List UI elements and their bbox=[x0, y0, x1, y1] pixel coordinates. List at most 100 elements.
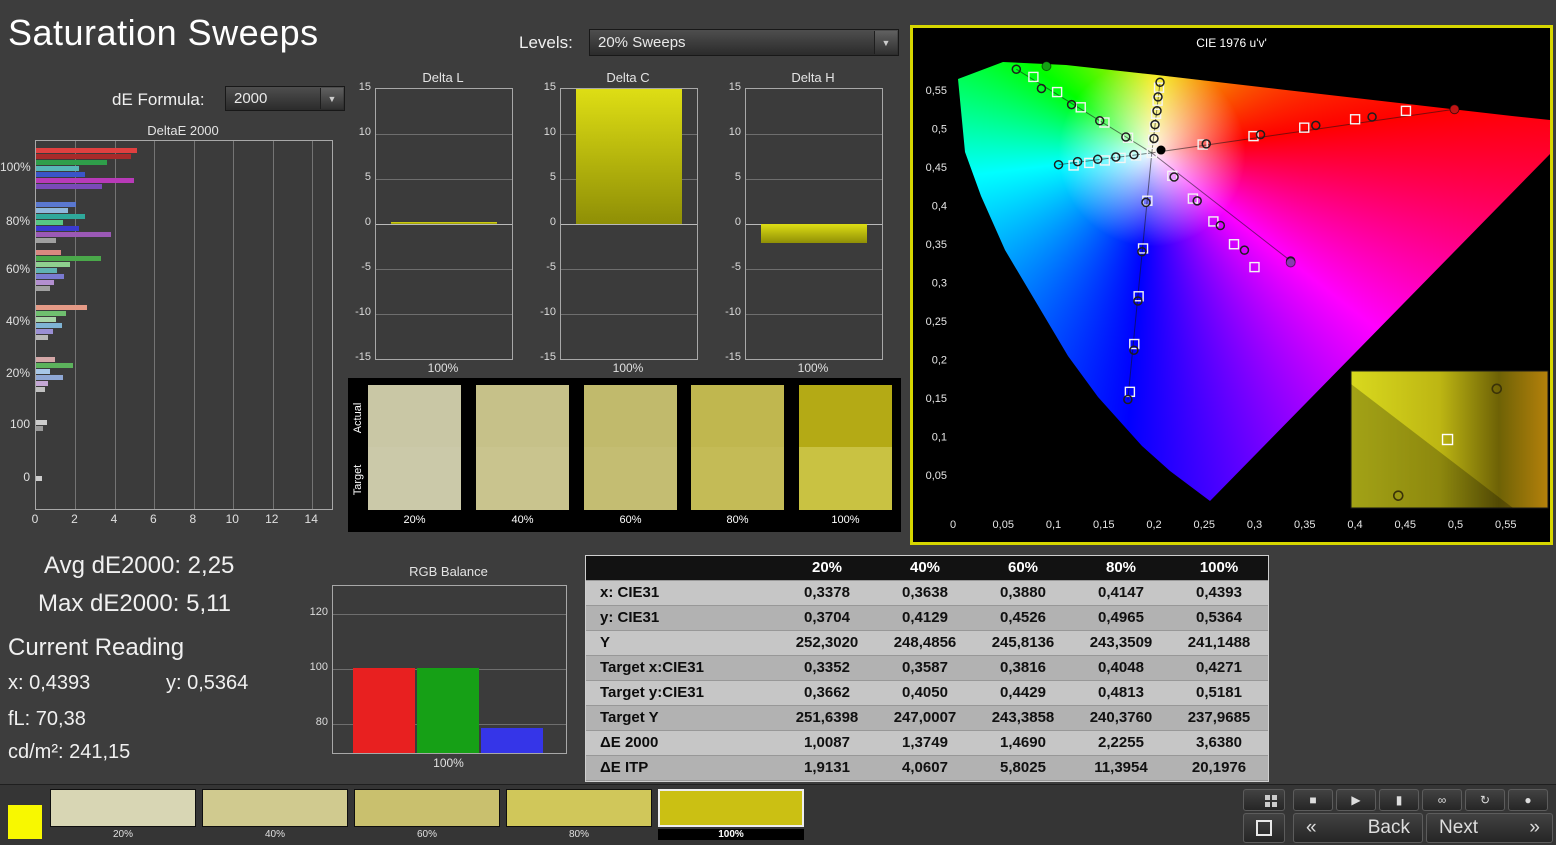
table-cell: 0,4526 bbox=[974, 606, 1072, 630]
actual-swatch bbox=[476, 385, 569, 447]
chevron-down-icon[interactable]: ▼ bbox=[874, 31, 897, 54]
green-bar bbox=[417, 668, 479, 753]
saturation-swatch-strip: ActualTarget20%40%60%80%100% bbox=[348, 378, 901, 532]
swatch-label: 80% bbox=[691, 514, 784, 526]
target-swatch bbox=[584, 447, 677, 510]
x-tick-label: 0,3 bbox=[1247, 519, 1262, 531]
current-x-reading: x: 0,4393 bbox=[8, 672, 90, 695]
y-tick-label: 15 bbox=[717, 81, 741, 93]
back-button[interactable]: « Back bbox=[1293, 813, 1423, 843]
chart-plot bbox=[375, 88, 513, 360]
next-label: Next bbox=[1439, 817, 1478, 839]
x-tick-label: 100% bbox=[745, 361, 881, 375]
y-tick-label: 5 bbox=[347, 171, 371, 183]
table-cell: 5,8025 bbox=[974, 756, 1072, 780]
table-cell: 3,6380 bbox=[1170, 731, 1268, 755]
deltae-bar bbox=[36, 148, 137, 153]
x-tick-label: 0,45 bbox=[1395, 519, 1416, 531]
gridline bbox=[376, 179, 512, 180]
cyan-target-marker bbox=[1085, 158, 1094, 167]
x-tick-label: 100% bbox=[375, 361, 511, 375]
deltae-bar bbox=[36, 262, 70, 267]
table-cell: 243,3509 bbox=[1072, 631, 1170, 655]
table-header-cell: 100% bbox=[1170, 556, 1268, 580]
y-tick-label: 60% bbox=[0, 262, 30, 276]
actual-swatch bbox=[799, 385, 892, 447]
gridline bbox=[312, 141, 313, 509]
table-cell: 0,5181 bbox=[1170, 681, 1268, 705]
deltae-bar bbox=[36, 250, 61, 255]
deltae-bar bbox=[36, 280, 54, 285]
deltae-bar bbox=[36, 286, 50, 291]
y-tick-label: -10 bbox=[532, 306, 556, 318]
record-button[interactable]: ● bbox=[1508, 789, 1548, 811]
row-label-cell: Y bbox=[586, 631, 778, 655]
table-cell: 0,3352 bbox=[778, 656, 876, 680]
green-measured-marker bbox=[1037, 84, 1045, 92]
table-row: Y252,3020248,4856245,8136243,3509241,148… bbox=[586, 631, 1268, 656]
y-tick-label: 80% bbox=[0, 214, 30, 228]
patch-button-100%[interactable]: 100% bbox=[658, 789, 804, 843]
y-tick-label: 15 bbox=[347, 81, 371, 93]
x-tick-label: 12 bbox=[262, 512, 282, 526]
patch-button-80%[interactable]: 80% bbox=[506, 789, 652, 843]
table-cell: 245,8136 bbox=[974, 631, 1072, 655]
patch-button-40%[interactable]: 40% bbox=[202, 789, 348, 843]
layout-grid-button[interactable] bbox=[1243, 789, 1285, 811]
y-tick-label: -10 bbox=[717, 306, 741, 318]
gridline bbox=[194, 141, 195, 509]
table-cell: 0,4429 bbox=[974, 681, 1072, 705]
swatch-cell bbox=[368, 385, 461, 510]
pause-button[interactable]: ▮ bbox=[1379, 789, 1419, 811]
next-button[interactable]: Next » bbox=[1426, 813, 1553, 843]
table-cell: 1,0087 bbox=[778, 731, 876, 755]
x-tick-label: 4 bbox=[104, 512, 124, 526]
back-label: Back bbox=[1368, 817, 1410, 839]
deltae-bar bbox=[36, 166, 79, 171]
actual-swatch bbox=[691, 385, 784, 447]
deltae-bar bbox=[36, 476, 42, 481]
chart-title: Delta H bbox=[745, 70, 881, 85]
stop-button[interactable]: ■ bbox=[1293, 789, 1333, 811]
deltae-bar bbox=[36, 329, 53, 334]
y-tick-label: 80 bbox=[302, 716, 328, 728]
grid-icon bbox=[1265, 795, 1270, 800]
patch-button-20%[interactable]: 20% bbox=[50, 789, 196, 843]
delta-bar bbox=[576, 89, 682, 224]
deltae-bar bbox=[36, 202, 76, 207]
levels-dropdown[interactable]: 20% Sweeps ▼ bbox=[589, 29, 899, 56]
table-cell: 2,2255 bbox=[1072, 731, 1170, 755]
row-label-cell: Target Y bbox=[586, 706, 778, 730]
y-tick-label: 0,15 bbox=[926, 393, 947, 405]
cie-overlay: 00,050,10,150,20,250,30,350,40,450,50,55… bbox=[913, 28, 1550, 542]
deltae-chart-title: DeltaE 2000 bbox=[35, 123, 331, 138]
avg-de2000-reading: Avg dE2000: 2,25 bbox=[44, 552, 234, 580]
levels-value: 20% Sweeps bbox=[598, 34, 686, 51]
table-cell: 0,3880 bbox=[974, 581, 1072, 605]
refresh-button[interactable]: ↻ bbox=[1465, 789, 1505, 811]
x-tick-label: 0,15 bbox=[1093, 519, 1114, 531]
gridline bbox=[746, 134, 882, 135]
table-cell: 0,4813 bbox=[1072, 681, 1170, 705]
chevron-down-icon[interactable]: ▼ bbox=[320, 88, 343, 109]
de-formula-dropdown[interactable]: 2000 ▼ bbox=[225, 86, 345, 111]
x-tick-label: 0 bbox=[25, 512, 45, 526]
page-title: Saturation Sweeps bbox=[8, 12, 319, 54]
y-tick-label: 0 bbox=[532, 216, 556, 228]
loop-button[interactable]: ∞ bbox=[1422, 789, 1462, 811]
y-tick-label: 10 bbox=[717, 126, 741, 138]
stop-square-button[interactable] bbox=[1243, 813, 1285, 843]
swatch-cell bbox=[691, 385, 784, 510]
rgb-balance-plot bbox=[332, 585, 567, 754]
deltae-chart-plot bbox=[35, 140, 333, 510]
actual-swatch bbox=[584, 385, 677, 447]
red-measured-marker bbox=[1368, 113, 1376, 121]
patch-button-60%[interactable]: 60% bbox=[354, 789, 500, 843]
swatch-cell bbox=[584, 385, 677, 510]
table-row: ΔE ITP1,91314,06075,802511,395420,1976 bbox=[586, 756, 1268, 781]
de-formula-value: 2000 bbox=[234, 90, 267, 107]
table-cell: 243,3858 bbox=[974, 706, 1072, 730]
play-button[interactable]: ▶ bbox=[1336, 789, 1376, 811]
cie-chart-title: CIE 1976 u'v' bbox=[913, 36, 1550, 50]
y-tick-label: 100 bbox=[302, 661, 328, 673]
